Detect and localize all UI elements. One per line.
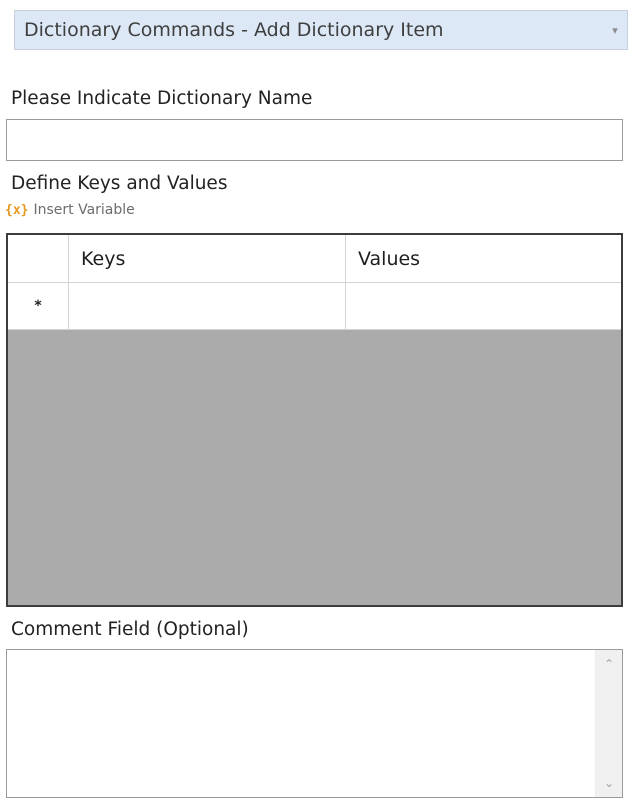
comment-textarea[interactable]: ⌃ ⌄ xyxy=(6,649,623,798)
dictionary-name-input[interactable] xyxy=(6,119,623,161)
comment-label: Comment Field (Optional) xyxy=(11,619,249,640)
command-dropdown-value: Dictionary Commands - Add Dictionary Ite… xyxy=(24,19,444,41)
keys-values-label: Define Keys and Values xyxy=(11,173,228,194)
column-header-keys[interactable]: Keys xyxy=(69,235,346,283)
new-row-header[interactable]: * xyxy=(8,283,69,330)
chevron-down-icon[interactable]: ▾ xyxy=(603,24,627,37)
grid-new-row: * xyxy=(8,283,621,330)
new-row-key-cell[interactable] xyxy=(69,283,346,330)
insert-variable-label: Insert Variable xyxy=(33,202,135,218)
row-header-corner[interactable] xyxy=(8,235,69,283)
scroll-down-icon[interactable]: ⌄ xyxy=(596,771,622,795)
dictionary-name-label: Please Indicate Dictionary Name xyxy=(11,88,313,109)
keys-values-grid[interactable]: Keys Values * xyxy=(6,233,623,607)
column-header-values[interactable]: Values xyxy=(346,235,621,283)
new-row-marker: * xyxy=(34,298,42,314)
comment-scrollbar[interactable]: ⌃ ⌄ xyxy=(595,650,622,797)
scroll-up-icon[interactable]: ⌃ xyxy=(596,652,622,676)
new-row-value-cell[interactable] xyxy=(346,283,621,330)
insert-variable-link[interactable]: {x} Insert Variable xyxy=(5,202,135,218)
command-dropdown[interactable]: Dictionary Commands - Add Dictionary Ite… xyxy=(14,10,628,50)
grid-header-row: Keys Values xyxy=(8,235,621,283)
variable-icon: {x} xyxy=(5,202,29,218)
